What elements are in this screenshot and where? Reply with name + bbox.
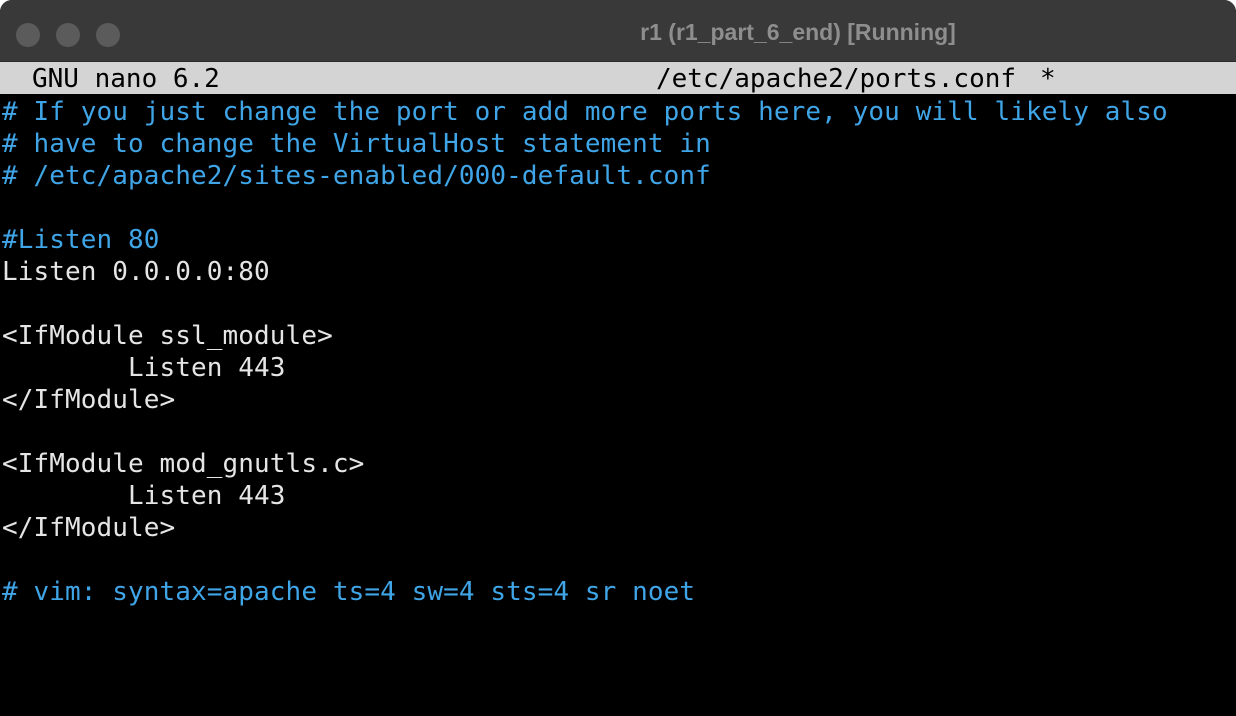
editor-line: Listen 443 — [2, 481, 286, 511]
editor-line: #Listen 80 — [2, 225, 160, 255]
close-button[interactable] — [16, 23, 40, 47]
window-titlebar[interactable]: r1 (r1_part_6_end) [Running] — [0, 0, 1236, 62]
zoom-button[interactable] — [96, 23, 120, 47]
editor-line: # have to change the VirtualHost stateme… — [2, 129, 711, 159]
editor-line: # /etc/apache2/sites-enabled/000-default… — [2, 161, 711, 191]
editor-line: Listen 443 — [2, 353, 286, 383]
nano-version: GNU nano 6.2 — [32, 64, 220, 94]
nano-filename: /etc/apache2/ports.conf — [656, 64, 1017, 94]
minimize-button[interactable] — [56, 23, 80, 47]
editor-line: <IfModule ssl_module> — [2, 321, 333, 351]
editor-line: # If you just change the port or add mor… — [2, 97, 1168, 127]
editor-line: </IfModule> — [2, 385, 176, 415]
editor-line: </IfModule> — [2, 513, 176, 543]
modified-indicator: * — [1040, 64, 1056, 94]
editor-line: # vim: syntax=apache ts=4 sw=4 sts=4 sr … — [2, 577, 696, 607]
editor-line: Listen 0.0.0.0:80 — [2, 257, 270, 287]
window-title: r1 (r1_part_6_end) [Running] — [640, 19, 956, 45]
vm-window: r1 (r1_part_6_end) [Running] GNU nano 6.… — [0, 0, 1236, 716]
terminal-screen[interactable]: GNU nano 6.2 /etc/apache2/ports.conf * #… — [0, 62, 1236, 716]
editor-area[interactable]: # If you just change the port or add mor… — [0, 96, 1236, 696]
nano-title-bar: GNU nano 6.2 /etc/apache2/ports.conf * — [0, 62, 1236, 94]
editor-line: <IfModule mod_gnutls.c> — [2, 449, 365, 479]
